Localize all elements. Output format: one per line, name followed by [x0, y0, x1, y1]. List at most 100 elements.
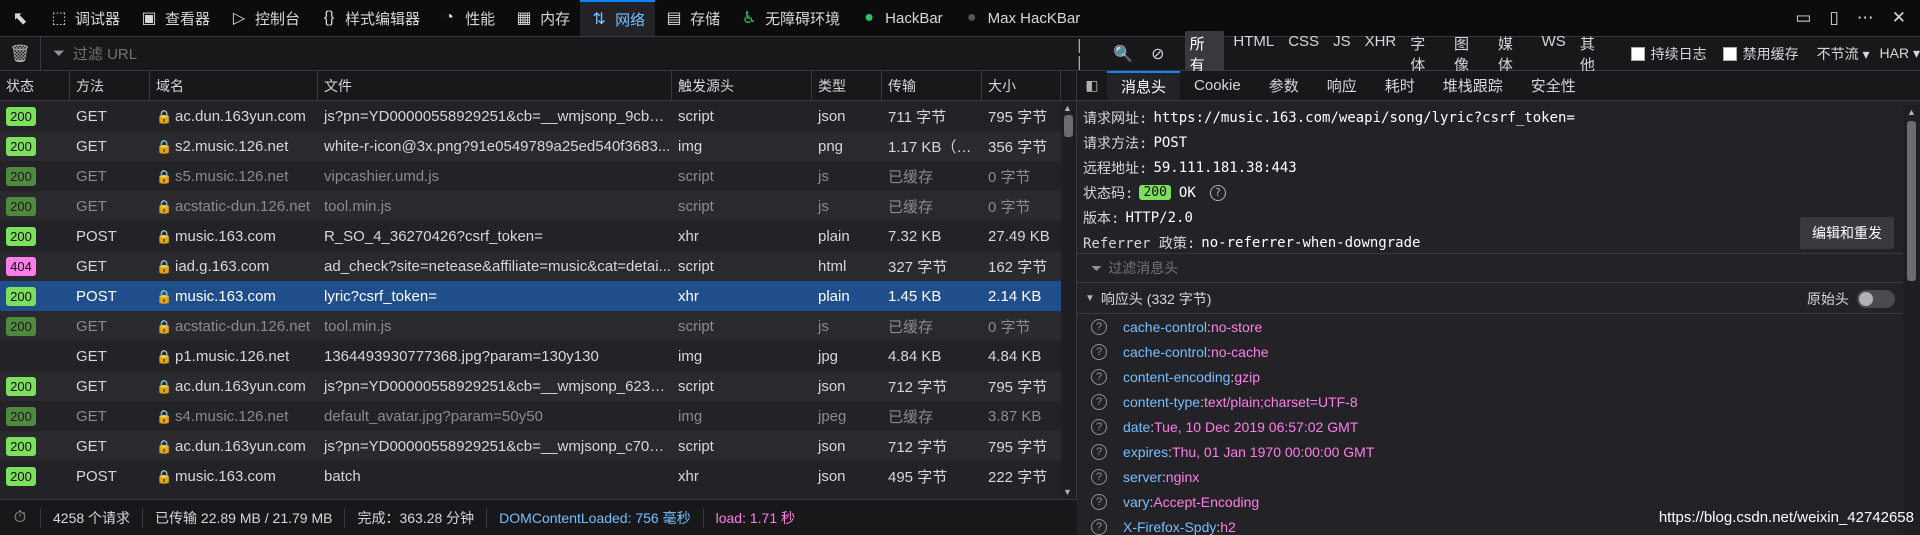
tab-performance[interactable]: ◔ 性能	[430, 0, 505, 36]
help-icon[interactable]: ?	[1091, 518, 1107, 535]
type-filter-button[interactable]: 字体	[1405, 31, 1445, 77]
checkbox-box[interactable]	[1722, 46, 1737, 61]
dock-icon[interactable]: ▯	[1829, 8, 1838, 28]
column-method[interactable]: 方法	[70, 71, 150, 101]
block-icon[interactable]: ⊘	[1151, 44, 1164, 64]
har-menu[interactable]: HAR ▾	[1880, 45, 1920, 62]
column-type[interactable]: 类型	[812, 71, 882, 101]
table-row[interactable]: 200 GET 🔒 s5.music.126.net vipcashier.umd.js…	[0, 161, 1076, 191]
table-row[interactable]: 404 GET 🔒 iad.g.163.com ad_check?site=neteas…	[0, 251, 1076, 281]
column-status[interactable]: 状态	[0, 71, 70, 101]
table-row[interactable]: 200 POST 🔒 music.163.com lyric?csrf_token= xh…	[0, 281, 1076, 311]
response-header-row[interactable]: ? server: nginx	[1077, 464, 1903, 489]
response-header-row[interactable]: ? date: Tue, 10 Dec 2019 06:57:02 GMT	[1077, 414, 1903, 439]
persist-log-checkbox[interactable]: 持续日志	[1630, 44, 1707, 64]
toggle-switch[interactable]	[1857, 290, 1895, 308]
response-header-row[interactable]: ? content-type: text/plain;charset=UTF-8	[1077, 389, 1903, 414]
tab-storage[interactable]: ▤ 存储	[655, 0, 730, 36]
type-filter-button[interactable]: 其他	[1575, 31, 1615, 77]
tab-hackbar[interactable]: ● HackBar	[850, 0, 953, 36]
tab-memory[interactable]: ▦ 内存	[505, 0, 580, 36]
close-icon[interactable]: ✕	[1892, 8, 1906, 28]
table-row[interactable]: 200 GET 🔒 s4.music.126.net default_avatar.jp…	[0, 401, 1076, 431]
help-icon[interactable]: ?	[1091, 368, 1107, 385]
help-icon[interactable]: ?	[1091, 443, 1107, 460]
details-tab[interactable]: Cookie	[1180, 71, 1255, 100]
type-filter-button[interactable]: WS	[1537, 31, 1571, 77]
throttling-select[interactable]: 不节流 ▾	[1817, 44, 1870, 64]
raw-headers-toggle[interactable]: 原始头	[1807, 289, 1895, 309]
type-filter-button[interactable]: XHR	[1360, 31, 1402, 77]
details-tab[interactable]: 参数	[1255, 71, 1313, 100]
type-filter-button[interactable]: HTML	[1228, 31, 1279, 77]
response-headers-title: 响应头 (332 字节)	[1100, 290, 1212, 307]
toggle-pane-icon[interactable]: ◧	[1077, 71, 1107, 100]
tab-debugger[interactable]: ⬚ 调试器	[40, 0, 130, 36]
type-filter-button[interactable]: 图像	[1449, 31, 1489, 77]
column-file[interactable]: 文件	[318, 71, 672, 101]
details-tab[interactable]: 消息头	[1107, 71, 1181, 100]
table-row[interactable]: 200 GET 🔒 ac.dun.163yun.com js?pn=YD00000558…	[0, 431, 1076, 461]
help-icon[interactable]: ?	[1091, 343, 1107, 360]
help-icon[interactable]: ?	[1091, 393, 1107, 410]
checkbox-box[interactable]	[1630, 46, 1645, 61]
details-tab[interactable]: 响应	[1313, 71, 1371, 100]
table-row[interactable]: GET 🔒 p1.music.126.net 1364493930777368.jpg…	[0, 341, 1076, 371]
more-options-icon[interactable]: ⋯	[1857, 8, 1874, 28]
tab-accessibility[interactable]: ♿ 无障碍环境	[730, 0, 850, 36]
column-transferred[interactable]: 传输	[882, 71, 982, 101]
disable-cache-checkbox[interactable]: 禁用缓存	[1722, 44, 1799, 64]
scrollbar-thumb[interactable]	[1064, 115, 1073, 137]
details-scrollbar[interactable]: ▲	[1903, 105, 1920, 535]
column-size[interactable]: 大小	[982, 71, 1061, 101]
filter-url-input[interactable]: ⏷ 过滤 URL	[39, 36, 1037, 71]
response-header-row[interactable]: ? content-encoding: gzip	[1077, 364, 1903, 389]
table-row[interactable]: 200 POST 🔒 music.163.com batch xhr json 495 字节 2…	[0, 461, 1076, 491]
tab-inspector[interactable]: ▣ 查看器	[130, 0, 220, 36]
response-header-row[interactable]: ? expires: Thu, 01 Jan 1970 00:00:00 GMT	[1077, 439, 1903, 464]
response-header-row[interactable]: ? cache-control: no-store	[1077, 314, 1903, 339]
table-row[interactable]: 200 GET 🔒 s2.music.126.net white-r-icon@3x.p…	[0, 131, 1076, 161]
edit-and-resend-button[interactable]: 编辑和重发	[1800, 217, 1894, 249]
scrollbar-thumb[interactable]	[1907, 121, 1916, 281]
pause-icon[interactable]: | |	[1077, 37, 1095, 71]
cell-cause: img	[678, 137, 703, 155]
details-tab[interactable]: 安全性	[1517, 71, 1590, 100]
tab-style-editor[interactable]: {} 样式编辑器	[310, 0, 430, 36]
search-icon[interactable]: 🔍	[1113, 44, 1133, 64]
tab-network[interactable]: ⇅ 网络	[580, 0, 656, 36]
help-icon[interactable]: ?	[1091, 318, 1107, 335]
type-filter-button[interactable]: 媒体	[1493, 31, 1533, 77]
table-row[interactable]: 200 GET 🔒 ac.dun.163yun.com js?pn=YD00000558…	[0, 101, 1076, 131]
help-icon[interactable]: ?	[1091, 418, 1107, 435]
column-cause[interactable]: 触发源头	[672, 71, 812, 101]
filter-headers-input[interactable]: ⏷ 过滤消息头	[1077, 253, 1903, 283]
details-tab[interactable]: 耗时	[1371, 71, 1429, 100]
response-headers-section[interactable]: ▼ 响应头 (332 字节) 原始头	[1077, 284, 1903, 314]
table-row[interactable]: 200 POST 🔒 music.163.com R_SO_4_36270426?csr…	[0, 221, 1076, 251]
scroll-down-icon[interactable]: ▼	[1063, 487, 1072, 497]
help-icon[interactable]: ?	[1091, 493, 1107, 510]
table-row[interactable]: 200 GET 🔒 ac.dun.163yun.com js?pn=YD00000558…	[0, 371, 1076, 401]
details-tab[interactable]: 堆栈跟踪	[1429, 71, 1517, 100]
type-filter-button[interactable]: CSS	[1283, 31, 1324, 77]
lock-icon: 🔒	[156, 378, 173, 394]
request-list-scrollbar[interactable]: ▲ ▼	[1061, 101, 1076, 499]
table-row[interactable]: 200 GET 🔒 acstatic-dun.126.net tool.min.js sc…	[0, 311, 1076, 341]
clear-requests-icon[interactable]: 🗑	[0, 44, 40, 64]
responsive-mode-icon[interactable]: ▭	[1795, 8, 1811, 28]
performance-analysis-icon[interactable]: ⏱	[0, 509, 40, 527]
tab-max-hackbar[interactable]: ● Max HacKBar	[953, 0, 1091, 36]
help-icon[interactable]: ?	[1091, 468, 1107, 485]
help-icon[interactable]: ?	[1209, 184, 1226, 201]
element-picker-icon[interactable]: ⬉	[0, 0, 40, 36]
tab-console[interactable]: ▷ 控制台	[220, 0, 310, 36]
scroll-up-icon[interactable]: ▲	[1907, 107, 1916, 117]
type-filter-button[interactable]: JS	[1328, 31, 1356, 77]
scroll-up-icon[interactable]: ▲	[1063, 103, 1072, 113]
expand-triangle-icon[interactable]: ▼	[1085, 293, 1095, 304]
table-row[interactable]: 200 GET 🔒 acstatic-dun.126.net tool.min.js sc…	[0, 191, 1076, 221]
column-domain[interactable]: 域名	[150, 71, 318, 101]
response-header-row[interactable]: ? cache-control: no-cache	[1077, 339, 1903, 364]
type-filter-button[interactable]: 所有	[1184, 30, 1225, 77]
